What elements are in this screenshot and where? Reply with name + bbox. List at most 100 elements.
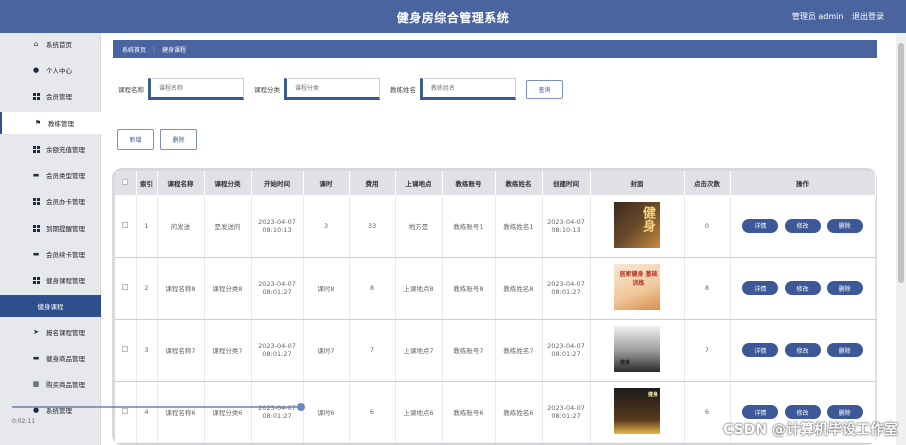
sidebar-item-recharge[interactable]: 余额充值管理 (0, 138, 101, 160)
grid-icon (31, 144, 41, 154)
col-header: 开始时间 (251, 171, 304, 195)
table-row: 1 的发送 是发送的 2023-04-07 08:10:13 3 33 地方是 … (115, 195, 876, 258)
breadcrumb-current: 健身课程 (162, 46, 187, 54)
sidebar-subitem-courses[interactable]: 健身课程 (0, 295, 101, 317)
row-checkbox[interactable] (115, 319, 137, 382)
main-content: 系统首页 ⋮ 健身课程 课程名称 课程分类 教练姓名 查询 新增 删除 索引 (101, 33, 906, 445)
edit-button[interactable]: 修改 (784, 405, 821, 419)
logout-link[interactable]: 退出登录 (852, 12, 884, 21)
search-button[interactable]: 查询 (526, 79, 563, 99)
cover-cell: 健身 (590, 381, 685, 444)
card-icon: ▬ (32, 250, 40, 258)
col-header: 课程分类 (204, 171, 252, 195)
col-header: 课程名称 (157, 171, 205, 195)
sidebar-item-member-types[interactable]: ▬ 会员类型管理 (0, 164, 101, 186)
cover-cell: 居家健身 基础训练 (590, 257, 685, 320)
select-all-checkbox[interactable] (115, 171, 137, 195)
col-header: 索引 (136, 171, 158, 195)
row-delete-button[interactable]: 删除 (826, 281, 863, 295)
cover-image: 健身 (614, 326, 660, 372)
sidebar-item-home[interactable]: ⌂ 系统首页 (0, 33, 101, 55)
detail-button[interactable]: 详情 (742, 281, 779, 295)
row-delete-button[interactable]: 删除 (826, 343, 863, 357)
search-bar: 课程名称 课程分类 教练姓名 查询 (118, 78, 563, 100)
row-actions: 详情 修改 删除 (730, 319, 876, 382)
watermark: CSDN @计算机毕设工作室 (723, 422, 898, 438)
send-icon: ➤ (33, 328, 39, 336)
sidebar-item-course-mgmt[interactable]: 健身课程管理 (0, 269, 101, 291)
sidebar-item-products[interactable]: ▬ 健身商品管理 (0, 347, 101, 369)
course-name-input[interactable] (148, 78, 244, 100)
edit-button[interactable]: 修改 (784, 343, 821, 357)
coach-name-input[interactable] (420, 78, 516, 100)
card-icon: ▬ (32, 171, 40, 179)
cover-image: 健身 (614, 201, 660, 248)
sidebar-item-members[interactable]: 会员管理 (0, 85, 101, 107)
app-title: 健身房综合管理系统 (396, 11, 510, 25)
person-icon: ● (32, 66, 40, 74)
col-header: 上课地点 (395, 171, 443, 195)
sidebar-item-renewal[interactable]: ▬ 会员续卡管理 (0, 243, 101, 265)
building-icon: ▦ (32, 380, 40, 388)
table-header-row: 索引 课程名称 课程分类 开始时间 课时 费用 上课地点 教练账号 教练姓名 创… (115, 171, 876, 195)
grid-icon (31, 196, 41, 206)
action-bar: 新增 删除 (117, 129, 203, 150)
col-header: 费用 (349, 171, 396, 195)
cover-cell: 健身 (590, 195, 685, 258)
video-timestamp: 0:02:11 (12, 418, 36, 425)
detail-button[interactable]: 详情 (742, 343, 779, 357)
col-header: 点击次数 (684, 171, 731, 195)
add-button[interactable]: 新增 (117, 129, 154, 150)
sidebar-item-purchases[interactable]: ▦ 购买商品管理 (0, 373, 101, 395)
col-header: 教练姓名 (495, 171, 543, 195)
col-header: 操作 (730, 171, 876, 195)
course-name-label: 课程名称 (118, 86, 144, 94)
sidebar-item-card-apply[interactable]: 会员办卡管理 (0, 190, 101, 212)
sidebar: ⌂ 系统首页 ● 个人中心 会员管理 ⚑ 教练管理 余额充值管理 ▬ 会员类型管… (0, 33, 101, 445)
edit-button[interactable]: 修改 (784, 281, 821, 295)
cover-cell: 健身 (590, 319, 685, 382)
video-progress-bar[interactable] (12, 403, 305, 411)
detail-button[interactable]: 详情 (742, 218, 779, 233)
cover-image: 居家健身 基础训练 (614, 264, 660, 310)
delete-button[interactable]: 删除 (160, 129, 197, 150)
home-icon: ⌂ (33, 40, 39, 48)
col-header: 课时 (303, 171, 350, 195)
sidebar-item-expiry[interactable]: 到期提醒管理 (0, 217, 101, 239)
progress-knob[interactable] (297, 403, 305, 411)
course-table: 索引 课程名称 课程分类 开始时间 课时 费用 上课地点 教练账号 教练姓名 创… (112, 168, 877, 445)
col-header: 封面 (590, 171, 685, 195)
breadcrumb-separator: ⋮ (151, 45, 158, 53)
breadcrumb-home[interactable]: 系统首页 (122, 45, 146, 54)
cover-image: 健身 (614, 388, 660, 434)
sidebar-item-profile[interactable]: ● 个人中心 (0, 59, 101, 81)
vertical-scrollbar[interactable] (896, 33, 906, 445)
sidebar-item-enrollment[interactable]: ➤ 报名课程管理 (0, 321, 101, 343)
col-header: 创建时间 (542, 171, 591, 195)
edit-button[interactable]: 修改 (784, 218, 821, 233)
row-checkbox[interactable] (115, 257, 137, 320)
col-header: 教练账号 (442, 171, 496, 195)
row-checkbox[interactable] (115, 195, 137, 258)
user-label: 管理员 admin (791, 12, 844, 21)
flag-icon: ⚑ (34, 119, 42, 127)
course-cat-input[interactable] (284, 78, 380, 100)
row-actions: 详情 修改 删除 (730, 257, 876, 320)
course-cat-label: 课程分类 (254, 86, 280, 94)
row-delete-button[interactable]: 删除 (826, 218, 863, 233)
card-icon: ▬ (32, 354, 40, 362)
row-checkbox[interactable] (115, 381, 137, 444)
grid-icon (31, 275, 41, 285)
detail-button[interactable]: 详情 (742, 405, 779, 419)
grid-icon (31, 223, 41, 233)
table-row: 3 课程名称7 课程分类7 2023-04-07 08:01:27 课时7 7 … (115, 319, 876, 382)
sidebar-item-coaches[interactable]: ⚑ 教练管理 (0, 112, 101, 134)
breadcrumb: 系统首页 ⋮ 健身课程 (113, 40, 877, 58)
row-actions: 详情 修改 删除 (730, 195, 876, 258)
grid-icon (31, 91, 41, 101)
table-row: 2 课程名称8 课程分类8 2023-04-07 08:01:27 课时8 8 … (115, 257, 876, 320)
coach-name-label: 教练姓名 (390, 86, 416, 94)
scrollbar-thumb[interactable] (898, 43, 904, 283)
row-delete-button[interactable]: 删除 (826, 405, 863, 419)
top-bar: 健身房综合管理系统 管理员 admin 退出登录 (0, 0, 906, 33)
